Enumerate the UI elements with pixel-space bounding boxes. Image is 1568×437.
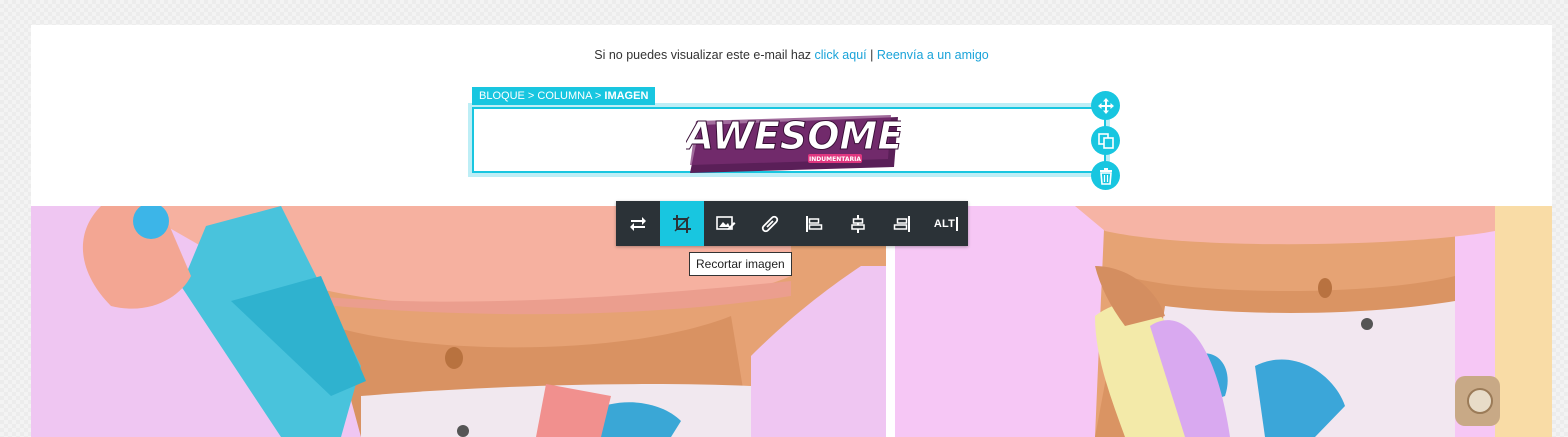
link-button[interactable] <box>748 201 792 246</box>
duplicate-icon <box>1097 132 1114 149</box>
tooltip: Recortar imagen <box>689 252 792 276</box>
forward-to-friend-link[interactable]: Reenvía a un amigo <box>877 48 989 62</box>
replace-image-button[interactable] <box>616 201 660 246</box>
align-center-icon <box>851 214 865 233</box>
breadcrumb: BLOQUE > COLUMNA > IMAGEN <box>472 87 656 105</box>
crop-icon <box>673 214 691 233</box>
breadcrumb-block[interactable]: BLOQUE <box>479 90 525 102</box>
trash-icon <box>1099 167 1112 185</box>
edit-image-icon <box>716 215 736 230</box>
preheader: Si no puedes visualizar este e-mail haz … <box>31 48 1552 62</box>
breadcrumb-column[interactable]: COLUMNA <box>537 90 591 102</box>
breadcrumb-current: IMAGEN <box>604 90 649 102</box>
breadcrumb-separator: > <box>527 90 535 102</box>
align-right-button[interactable] <box>880 201 924 246</box>
breadcrumb-separator: > <box>594 90 602 102</box>
preheader-text: Si no puedes visualizar este e-mail haz <box>594 48 812 62</box>
move-icon <box>1097 97 1114 114</box>
image-toolbar: ALT <box>616 201 968 246</box>
align-right-icon <box>893 215 910 232</box>
alt-text-icon: ALT <box>933 217 956 230</box>
photo-right[interactable] <box>895 206 1552 437</box>
duplicate-button[interactable] <box>1091 126 1120 155</box>
logo-tagline: INDUMENTARIA <box>809 156 861 163</box>
move-button[interactable] <box>1091 91 1120 120</box>
click-here-link[interactable]: click aquí <box>815 48 867 62</box>
align-left-button[interactable] <box>792 201 836 246</box>
edit-image-button[interactable] <box>704 201 748 246</box>
awesome-logo: AWESOME INDUMENTARIA <box>686 114 901 173</box>
alt-text-button[interactable]: ALT <box>924 201 968 246</box>
crop-button[interactable] <box>660 201 704 246</box>
delete-button[interactable] <box>1091 161 1120 190</box>
preheader-separator: | <box>870 48 874 62</box>
logo-wordmark: AWESOME <box>686 114 901 158</box>
align-center-button[interactable] <box>836 201 880 246</box>
link-icon <box>761 215 779 232</box>
alt-cursor <box>956 216 959 231</box>
replace-icon <box>630 216 646 231</box>
align-left-icon <box>806 215 823 232</box>
